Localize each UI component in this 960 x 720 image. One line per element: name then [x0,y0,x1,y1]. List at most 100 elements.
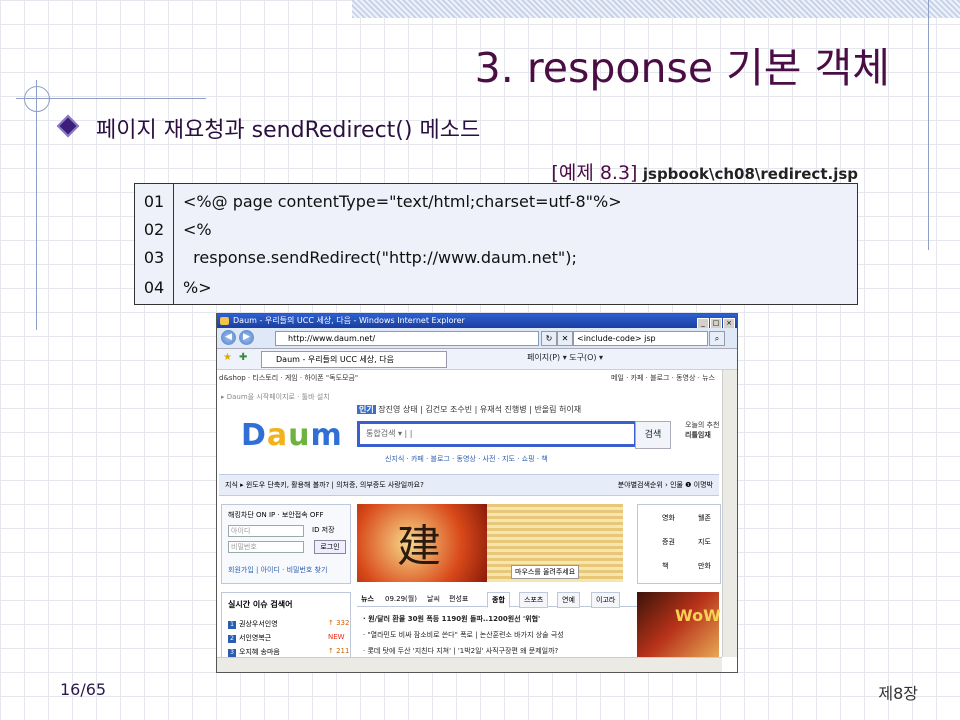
promo-line: 오늘의 추천 [685,421,720,429]
browser-window-title: Daum - 우리들의 UCC 세상, 다음 - Windows Interne… [233,316,465,325]
start-page-link[interactable]: ▸ Daum을 시작페이지로 · 툴바 설치 [221,392,330,402]
vertical-scrollbar[interactable] [722,370,737,657]
daum-webpage: d&shop · 티스토리 · 게임 · 하이폰 "독도모금" 메일 · 카페 … [217,370,722,672]
add-favorite-icon[interactable]: ✚ [239,352,247,363]
issue-change: NEW [328,633,345,641]
url-input[interactable]: http://www.daum.net/ [275,331,539,346]
example-label: [예제 8.3] [551,162,638,184]
code-listing: 01 02 03 04 <%@ page contentType="text/h… [134,183,858,305]
command-bar[interactable]: 페이지(P) ▾ 도구(O) ▾ [527,352,603,363]
bullet-item: 페이지 재요청과 sendRedirect() 메소드 [56,112,481,144]
tab-bar: ★ ✚ Daum - 우리들의 UCC 세상, 다음 페이지(P) ▾ 도구(O… [217,349,737,370]
side-service-menu: 영화 웰존 증권 지도 책 만화 [637,504,721,584]
page-search-input[interactable]: 통합검색 ▾ | | [357,421,637,447]
news-label: 뉴스 [361,595,374,603]
popular-keywords: 인기 장진영 상태 | 김건모 조수빈 | 유재석 진행병 | 반올림 허이재 [357,404,581,415]
menu-item[interactable]: 증권 [662,537,675,547]
right-promo[interactable]: 오늘의 추천 리틀임재 [685,420,719,440]
issue-text: 오지혜 송마음 [239,648,280,656]
decor-line-right [928,0,929,250]
diamond-bullet-icon [56,114,80,138]
code-line: response.sendRedirect("http://www.daum.n… [183,248,577,267]
top-decor-band [352,0,960,18]
horizontal-scrollbar[interactable] [217,657,722,672]
page-number: 16/65 [60,680,107,699]
password-input[interactable]: 비밀번호 [228,541,304,553]
news-headline[interactable]: · 원/달러 환율 30원 폭등 1190원 돌파..1200원선 '위협' [363,614,540,624]
tab-sports[interactable]: 스포츠 [519,592,549,608]
top-right-links[interactable]: 메일 · 카페 · 블로그 · 동영상 · 뉴스 [611,373,715,383]
ie-app-icon [220,317,229,325]
issue-text: 서인영복근 [239,634,272,642]
issue-item[interactable]: 3 오지혜 송마음 [228,647,280,657]
top-left-links[interactable]: d&shop · 티스토리 · 게임 · 하이폰 "독도모금" [219,374,358,382]
news-headline[interactable]: · "열라민도 비싸 잠소비로 쓴다" 폭로 | 논산훈련소 바가지 상술 극성 [363,630,564,640]
search-categories[interactable]: 신지식 · 카페 · 블로그 · 동영상 · 사전 · 지도 · 쇼핑 · 책 [385,454,548,464]
forward-arrow-icon[interactable]: ▶ [239,330,254,345]
back-arrow-icon[interactable]: ◀ [221,330,236,345]
search-icon[interactable]: ⌕ [709,331,725,346]
issue-item[interactable]: 1 권상우서인영 [228,619,278,629]
tab-general[interactable]: 종합 [487,592,510,608]
popular-badge: 인기 [357,405,376,414]
logo-letter: u [288,418,311,453]
stop-icon[interactable]: ✕ [557,331,573,346]
promo-line: 리틀임재 [685,431,711,439]
notice-right[interactable]: 분야별검색순위 › 인물 ❶ 이명박 [618,475,713,495]
news-headline[interactable]: · 롯데 탓에 두산 '지친다 지쳐' | '1박2일' 사직구장편 왜 문제일… [363,646,558,656]
keyword-links[interactable]: 장진영 상태 | 김건모 조수빈 | 유재석 진행병 | 반올림 허이재 [378,405,581,414]
save-id-checkbox[interactable]: ID 저장 [312,525,335,535]
example-path: jspbook\ch08\redirect.jsp [642,165,858,183]
slide-title: 3. response 기본 객체 [474,44,890,92]
menu-item[interactable]: 웰존 [698,513,711,523]
menu-item[interactable]: 지도 [698,537,711,547]
bullet-text: 페이지 재요청과 sendRedirect() 메소드 [96,118,481,143]
issue-rank: 3 [228,649,236,657]
login-button[interactable]: 로그인 [314,540,346,554]
notice-left[interactable]: 지식 ▸ 윈도우 단축키, 활용해 볼까? | 의처증, 의부증도 사랑일까요? [219,481,424,489]
browser-tab[interactable]: Daum - 우리들의 UCC 세상, 다음 [261,351,447,368]
line-number: 03 [143,248,165,267]
address-bar: ◀ ▶ http://www.daum.net/ ↻ ✕ <include-co… [217,328,737,349]
issue-change: ↑ 211 [328,647,350,655]
code-line: %> [183,278,212,297]
line-number: 01 [143,192,165,211]
line-number: 02 [143,220,165,239]
issue-rank: 1 [228,621,236,629]
id-input[interactable]: 아이디 [228,525,304,537]
hero-character: 建 [397,521,441,572]
daum-logo[interactable]: Daum [241,418,343,453]
issue-rank: 2 [228,635,236,643]
logo-letter: a [266,418,289,453]
favorites-star-icon[interactable]: ★ [223,352,232,363]
tab-schedule[interactable]: 편성표 [445,592,472,606]
menu-item[interactable]: 영화 [662,513,675,523]
login-security-options[interactable]: 해킹차단 ON IP · 보안접속 OFF [228,510,323,520]
issue-item[interactable]: 2 서인영복근 [228,633,271,643]
news-date: 09.29(월) [385,595,417,603]
tab-agora[interactable]: 이고라 [591,592,621,608]
chapter-label: 제8장 [878,684,918,703]
logo-letter: m [310,418,343,453]
browser-window-screenshot: Daum - 우리들의 UCC 세상, 다음 - Windows Interne… [216,313,738,673]
login-box: 해킹차단 ON IP · 보안접속 OFF 아이디 ID 저장 비밀번호 로그인… [221,504,351,584]
hero-caption: 마우스를 올려주세요 [511,565,580,579]
browser-search-input[interactable]: <include-code> jsp [573,331,708,346]
example-reference: [예제 8.3] jspbook\ch08\redirect.jsp [551,158,858,185]
code-line: <% [183,220,212,239]
refresh-icon[interactable]: ↻ [541,331,557,346]
menu-item[interactable]: 책 [662,561,668,571]
top-service-bar: d&shop · 티스토리 · 게임 · 하이폰 "독도모금" 메일 · 카페 … [219,373,719,383]
tab-entertainment[interactable]: 연예 [557,592,580,608]
decor-line-left [36,80,37,330]
login-links[interactable]: 회원가입 | 아이디 · 비밀번호 찾기 [228,565,327,575]
issue-text: 권상우서인영 [239,620,278,628]
decor-circle [24,86,50,112]
news-tab-bar: 뉴스 09.29(월) 날씨 편성표 종합 스포츠 연예 이고라 [357,592,637,608]
menu-item[interactable]: 만화 [698,561,711,571]
page-search-button[interactable]: 검색 [635,421,671,449]
browser-titlebar: Daum - 우리들의 UCC 세상, 다음 - Windows Interne… [217,314,737,329]
hero-banner-image[interactable]: 建 [357,504,487,582]
hero-banner-caption-area[interactable]: 마우스를 올려주세요 [487,504,623,582]
tab-weather[interactable]: 날씨 [423,592,444,606]
